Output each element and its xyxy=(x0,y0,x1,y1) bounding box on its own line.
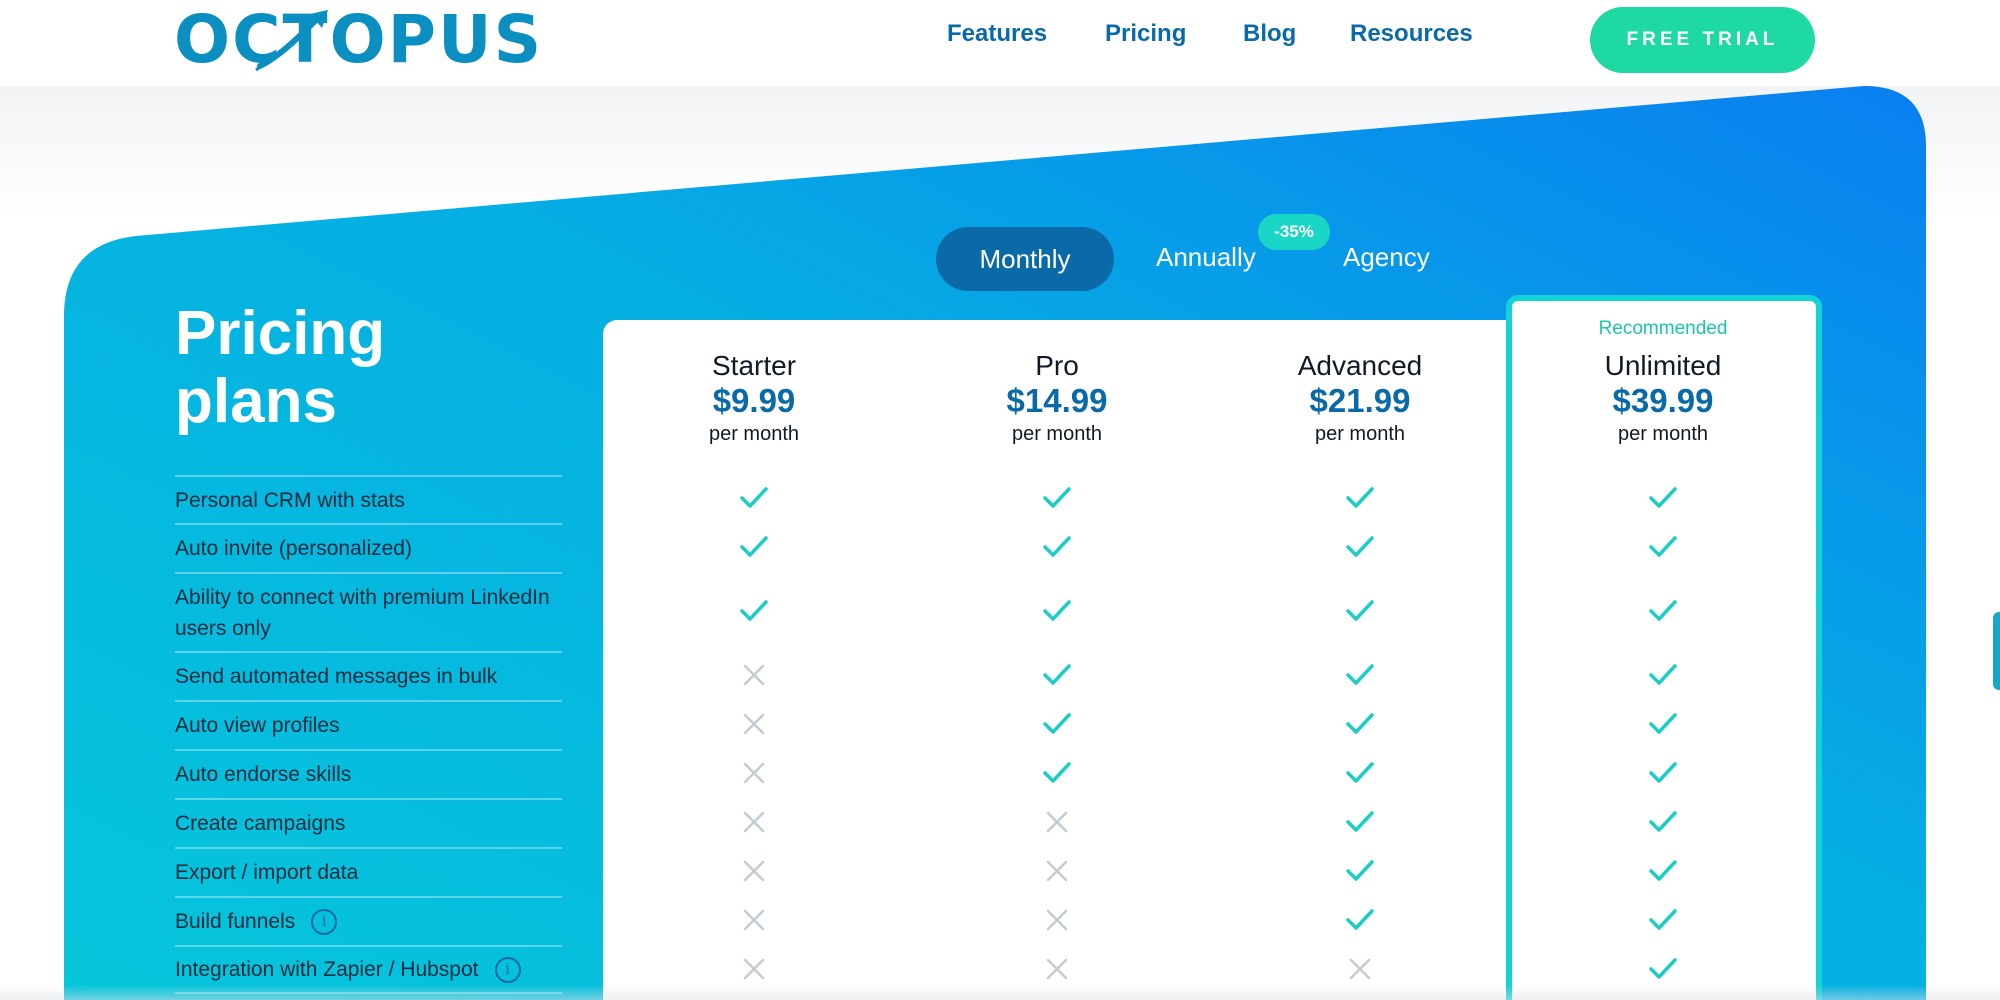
check-icon xyxy=(1043,664,1071,685)
feature-row: Personal CRM with stats xyxy=(175,475,562,523)
nav-pricing-link[interactable]: Pricing xyxy=(1105,20,1186,48)
plan-price-advanced: $21.99 xyxy=(1309,382,1411,419)
check-icon xyxy=(740,600,768,621)
cross-icon xyxy=(743,664,765,686)
feature-row: Auto invite (personalized) xyxy=(175,523,562,572)
check-icon xyxy=(1649,487,1677,508)
check-icon xyxy=(1346,860,1374,881)
cross-icon xyxy=(1349,958,1371,980)
feature-row: Export / import data xyxy=(175,847,562,896)
check-icon xyxy=(740,536,768,557)
site-header: OCTOPUS Features Pricing Blog Resources … xyxy=(0,0,2000,86)
feature-row: Auto endorse skills xyxy=(175,749,562,798)
nav-blog-link[interactable]: Blog xyxy=(1243,20,1296,48)
feature-label: Auto endorse skills xyxy=(175,763,352,786)
check-icon xyxy=(1649,713,1677,734)
cross-icon xyxy=(1046,909,1068,931)
feature-label: Auto view profiles xyxy=(175,714,340,737)
octopus-logo[interactable]: OCTOPUS xyxy=(174,0,543,78)
info-icon[interactable]: i xyxy=(311,908,338,935)
check-icon xyxy=(1649,536,1677,557)
plan-name-unlimited: Unlimited xyxy=(1604,350,1722,381)
nav-resources-link[interactable]: Resources xyxy=(1350,20,1473,48)
feature-label: Create campaigns xyxy=(175,812,346,835)
plan-name-advanced: Advanced xyxy=(1297,350,1423,381)
check-icon xyxy=(1649,762,1677,783)
check-icon xyxy=(1043,600,1071,621)
cross-icon xyxy=(743,811,765,833)
logo-text: OCTOPUS xyxy=(174,0,544,78)
feature-row: Build funnels i xyxy=(175,896,562,945)
check-icon xyxy=(1346,600,1374,621)
check-icon xyxy=(1649,860,1677,881)
plan-name-starter: Starter xyxy=(711,350,797,381)
check-icon xyxy=(740,487,768,508)
check-icon xyxy=(1043,713,1071,734)
free-trial-button[interactable]: FREE TRIAL xyxy=(1590,7,1815,73)
check-icon xyxy=(1346,811,1374,832)
plan-period-advanced: per month xyxy=(1314,423,1406,445)
check-icon xyxy=(1043,487,1071,508)
cross-icon xyxy=(743,762,765,784)
annual-discount-badge: -35% xyxy=(1258,214,1330,250)
pricing-plans-title: Pricing plans xyxy=(175,300,475,436)
feature-row: Auto view profiles xyxy=(175,700,562,749)
plan-price-starter: $9.99 xyxy=(712,382,796,419)
check-icon xyxy=(1346,536,1374,557)
feature-label: Export / import data xyxy=(175,861,359,884)
cross-icon xyxy=(743,860,765,882)
feature-label: Ability to connect with premium LinkedIn… xyxy=(175,585,550,640)
check-icon xyxy=(1043,762,1071,783)
feature-label: Integration with Zapier / Hubspot xyxy=(175,958,479,981)
check-icon xyxy=(1346,713,1374,734)
cross-icon xyxy=(743,909,765,931)
feature-row: Create campaigns xyxy=(175,798,562,847)
plan-period-unlimited: per month xyxy=(1617,423,1709,445)
rocket-swoosh-icon xyxy=(255,10,328,72)
check-icon xyxy=(1346,664,1374,685)
bottom-fade xyxy=(0,985,2000,1000)
plan-price-unlimited: $39.99 xyxy=(1612,382,1714,419)
cross-icon xyxy=(743,713,765,735)
cross-icon xyxy=(1046,811,1068,833)
billing-toggle-annually[interactable]: Annually xyxy=(1156,242,1256,273)
recommended-label: Recommended xyxy=(1598,318,1728,339)
feature-list: Personal CRM with stats Auto invite (per… xyxy=(175,475,562,994)
check-icon xyxy=(1043,536,1071,557)
check-icon xyxy=(1346,487,1374,508)
feature-row: Send automated messages in bulk xyxy=(175,651,562,700)
check-icon xyxy=(1346,909,1374,930)
plan-price-pro: $14.99 xyxy=(1006,382,1108,419)
cross-icon xyxy=(1046,860,1068,882)
info-icon[interactable]: i xyxy=(494,956,521,983)
billing-toggle-monthly[interactable]: Monthly xyxy=(936,227,1114,291)
nav-features-link[interactable]: Features xyxy=(947,20,1047,48)
plan-name-pro: Pro xyxy=(1035,350,1079,381)
check-icon xyxy=(1649,811,1677,832)
feature-label: Build funnels xyxy=(175,910,296,933)
feature-label: Send automated messages in bulk xyxy=(175,665,498,688)
title-line-2: plans xyxy=(175,367,337,436)
billing-toggle-agency[interactable]: Agency xyxy=(1343,242,1430,273)
check-icon xyxy=(1649,909,1677,930)
title-line-1: Pricing xyxy=(175,299,386,368)
check-icon xyxy=(1649,600,1677,621)
check-icon xyxy=(1649,664,1677,685)
plan-period-starter: per month xyxy=(708,423,800,445)
feature-label: Personal CRM with stats xyxy=(175,488,405,512)
cross-icon xyxy=(1046,958,1068,980)
check-icon xyxy=(1649,958,1677,979)
plan-period-pro: per month xyxy=(1011,423,1103,445)
feature-label: Auto invite (personalized) xyxy=(175,537,412,560)
side-scroll-handle[interactable] xyxy=(1993,612,2000,690)
cross-icon xyxy=(743,958,765,980)
check-icon xyxy=(1346,762,1374,783)
feature-row: Ability to connect with premium LinkedIn… xyxy=(175,572,562,651)
